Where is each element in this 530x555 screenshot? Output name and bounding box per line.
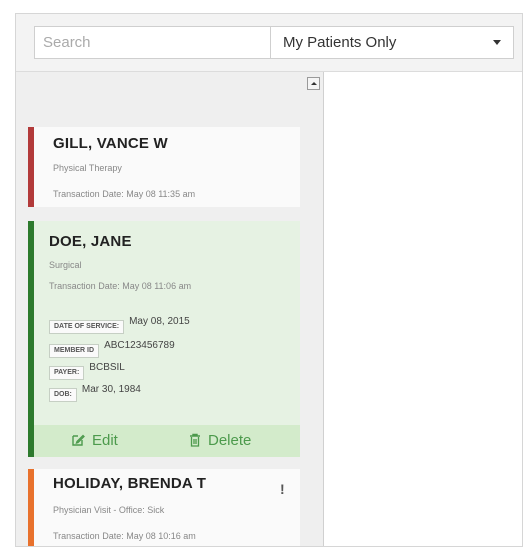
category-stripe xyxy=(28,469,34,546)
detail-label: MEMBER ID xyxy=(49,344,100,358)
patient-card[interactable]: HOLIDAY, BRENDA T ! Physician Visit - Of… xyxy=(28,469,300,546)
detail-payer: PAYER: BCBSIL xyxy=(49,361,125,380)
detail-member-id: MEMBER ID ABC123456789 xyxy=(49,339,175,358)
visit-type: Physician Visit - Office: Sick xyxy=(53,505,165,515)
visit-type: Physical Therapy xyxy=(53,163,122,173)
patient-list[interactable]: GILL, VANCE W Physical Therapy Transacti… xyxy=(16,72,324,546)
detail-label: PAYER: xyxy=(49,366,85,380)
detail-label: DOB: xyxy=(49,388,77,402)
patient-card-selected[interactable]: DOE, JANE Surgical Transaction Date: May… xyxy=(28,221,300,457)
search-input[interactable] xyxy=(34,26,274,59)
patient-name: DOE, JANE xyxy=(49,233,132,250)
filter-bar: My Patients Only xyxy=(16,14,522,72)
detail-dob: DOB: Mar 30, 1984 xyxy=(49,383,141,402)
detail-label: DATE OF SERVICE: xyxy=(49,320,125,334)
transaction-date: Transaction Date: May 08 11:35 am xyxy=(53,189,196,199)
category-stripe xyxy=(28,127,34,207)
card-actions: Edit Delete xyxy=(34,425,300,457)
patient-scope-value: My Patients Only xyxy=(283,34,397,51)
patient-card[interactable]: GILL, VANCE W Physical Therapy Transacti… xyxy=(28,127,300,207)
transaction-date: Transaction Date: May 08 11:06 am xyxy=(49,281,192,291)
alert-icon[interactable]: ! xyxy=(280,481,285,497)
visit-type: Surgical xyxy=(49,260,82,270)
detail-pane xyxy=(324,72,522,546)
detail-value: ABC123456789 xyxy=(104,340,175,351)
category-stripe xyxy=(28,221,34,457)
edit-icon xyxy=(72,434,85,446)
edit-label: Edit xyxy=(92,432,118,449)
patient-name: GILL, VANCE W xyxy=(53,135,168,152)
patient-name: HOLIDAY, BRENDA T xyxy=(53,475,207,492)
delete-label: Delete xyxy=(208,432,252,449)
detail-value: BCBSIL xyxy=(89,362,125,373)
scroll-up-arrow-icon[interactable] xyxy=(307,77,320,90)
trash-icon xyxy=(190,433,200,447)
patient-panel: My Patients Only GILL, VANCE W Physical … xyxy=(15,13,523,547)
patient-scope-select[interactable]: My Patients Only xyxy=(270,26,514,59)
transaction-date: Transaction Date: May 08 10:16 am xyxy=(53,531,196,541)
delete-button[interactable]: Delete xyxy=(189,425,251,457)
detail-date-of-service: DATE OF SERVICE: May 08, 2015 xyxy=(49,315,190,334)
chevron-down-icon xyxy=(493,40,501,45)
detail-value: Mar 30, 1984 xyxy=(81,384,141,395)
edit-button[interactable]: Edit xyxy=(71,425,118,457)
detail-value: May 08, 2015 xyxy=(129,316,190,327)
